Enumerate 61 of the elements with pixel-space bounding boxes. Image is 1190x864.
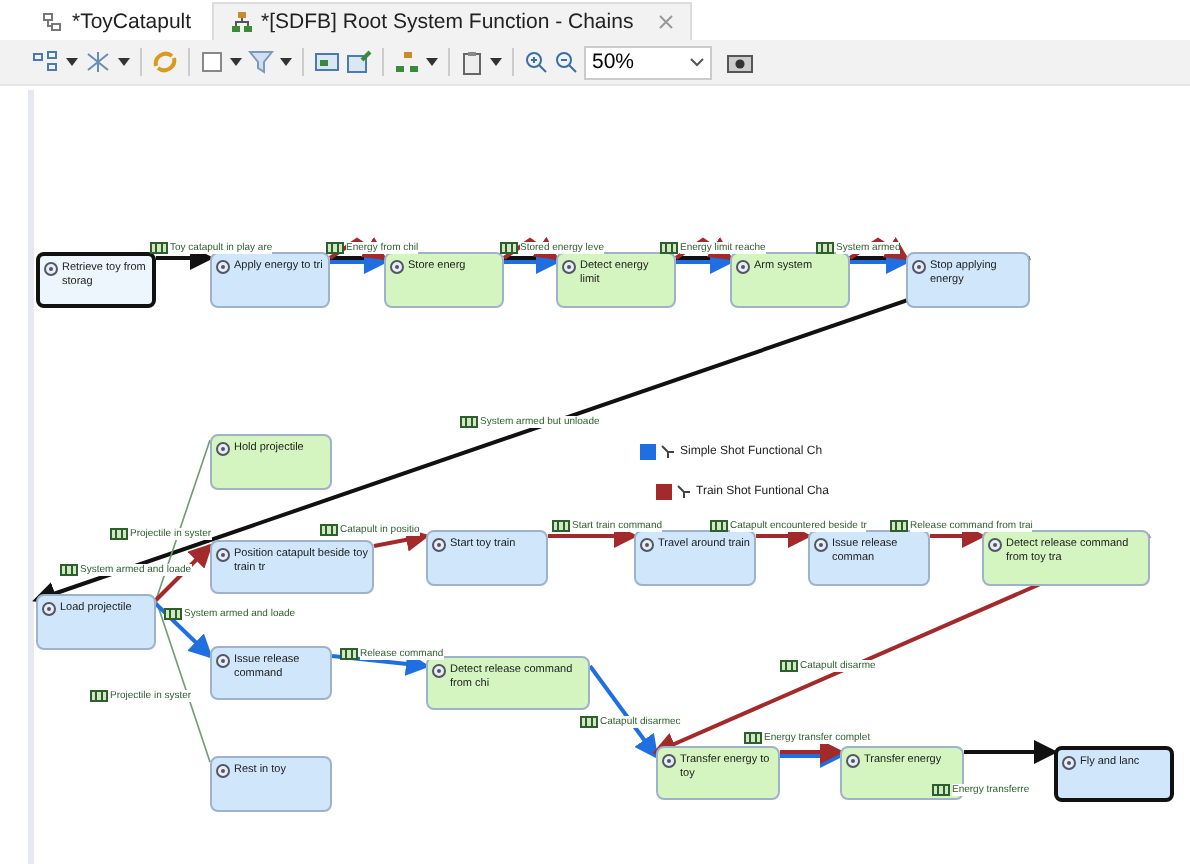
window-icon[interactable]	[314, 50, 340, 74]
caret-icon[interactable]	[690, 57, 704, 67]
caret-icon[interactable]	[230, 58, 242, 66]
exchange-icon	[890, 520, 908, 532]
exchange-icon	[552, 520, 570, 532]
exchange-icon	[500, 242, 518, 254]
function-icon	[44, 262, 58, 276]
clipboard-icon[interactable]	[460, 49, 484, 75]
function-icon	[988, 538, 1002, 552]
exchange-icon	[340, 648, 358, 660]
function-icon	[640, 538, 654, 552]
camera-icon[interactable]	[726, 51, 754, 73]
function-icon	[662, 754, 676, 768]
function-icon	[216, 442, 230, 456]
zoom-out-icon[interactable]	[554, 50, 578, 74]
chain-icon	[660, 444, 676, 460]
exchange-icon	[660, 242, 678, 254]
close-icon[interactable]	[657, 14, 674, 30]
chain-icon	[676, 484, 692, 500]
exchange-icon	[164, 608, 182, 620]
hierarchy-icon	[229, 10, 254, 34]
exchange-icon	[150, 242, 168, 254]
function-icon	[432, 664, 446, 678]
editor-tab[interactable]: *ToyCatapult	[24, 4, 208, 40]
exchange-icon	[320, 524, 338, 536]
window-icon[interactable]	[346, 50, 372, 74]
exchange-icon	[816, 242, 834, 254]
caret-icon[interactable]	[280, 58, 292, 66]
exchange-icon	[710, 520, 728, 532]
function-icon	[432, 538, 446, 552]
exchange-icon	[580, 716, 598, 728]
zoom-dropdown[interactable]: 50%	[584, 45, 712, 79]
function-icon	[216, 654, 230, 668]
function-icon	[390, 260, 404, 274]
exchange-icon	[744, 732, 762, 744]
function-icon	[562, 260, 576, 274]
function-icon	[42, 602, 56, 616]
caret-icon[interactable]	[118, 58, 130, 66]
exchange-icon	[110, 528, 128, 540]
hierarchy-icon[interactable]	[394, 50, 420, 74]
exchange-icon	[932, 784, 950, 796]
function-icon	[736, 260, 750, 274]
exchange-icon	[460, 416, 478, 428]
function-icon	[846, 754, 860, 768]
function-icon	[216, 260, 230, 274]
caret-icon[interactable]	[66, 58, 78, 66]
zoom-in-icon[interactable]	[524, 50, 548, 74]
editor-tab[interactable]: *[SDFB] Root System Function - Chains	[211, 2, 692, 40]
exchange-icon	[780, 660, 798, 672]
exchange-icon	[326, 242, 344, 254]
function-icon	[912, 260, 926, 274]
exchange-icon	[60, 564, 78, 576]
function-icon	[814, 538, 828, 552]
caret-icon[interactable]	[490, 58, 502, 66]
layout-icon[interactable]	[32, 50, 60, 74]
model-icon	[40, 10, 64, 34]
caret-icon[interactable]	[426, 58, 438, 66]
function-icon	[216, 548, 230, 562]
function-icon	[216, 764, 230, 778]
function-icon	[1062, 756, 1076, 770]
exchange-icon	[90, 690, 108, 702]
